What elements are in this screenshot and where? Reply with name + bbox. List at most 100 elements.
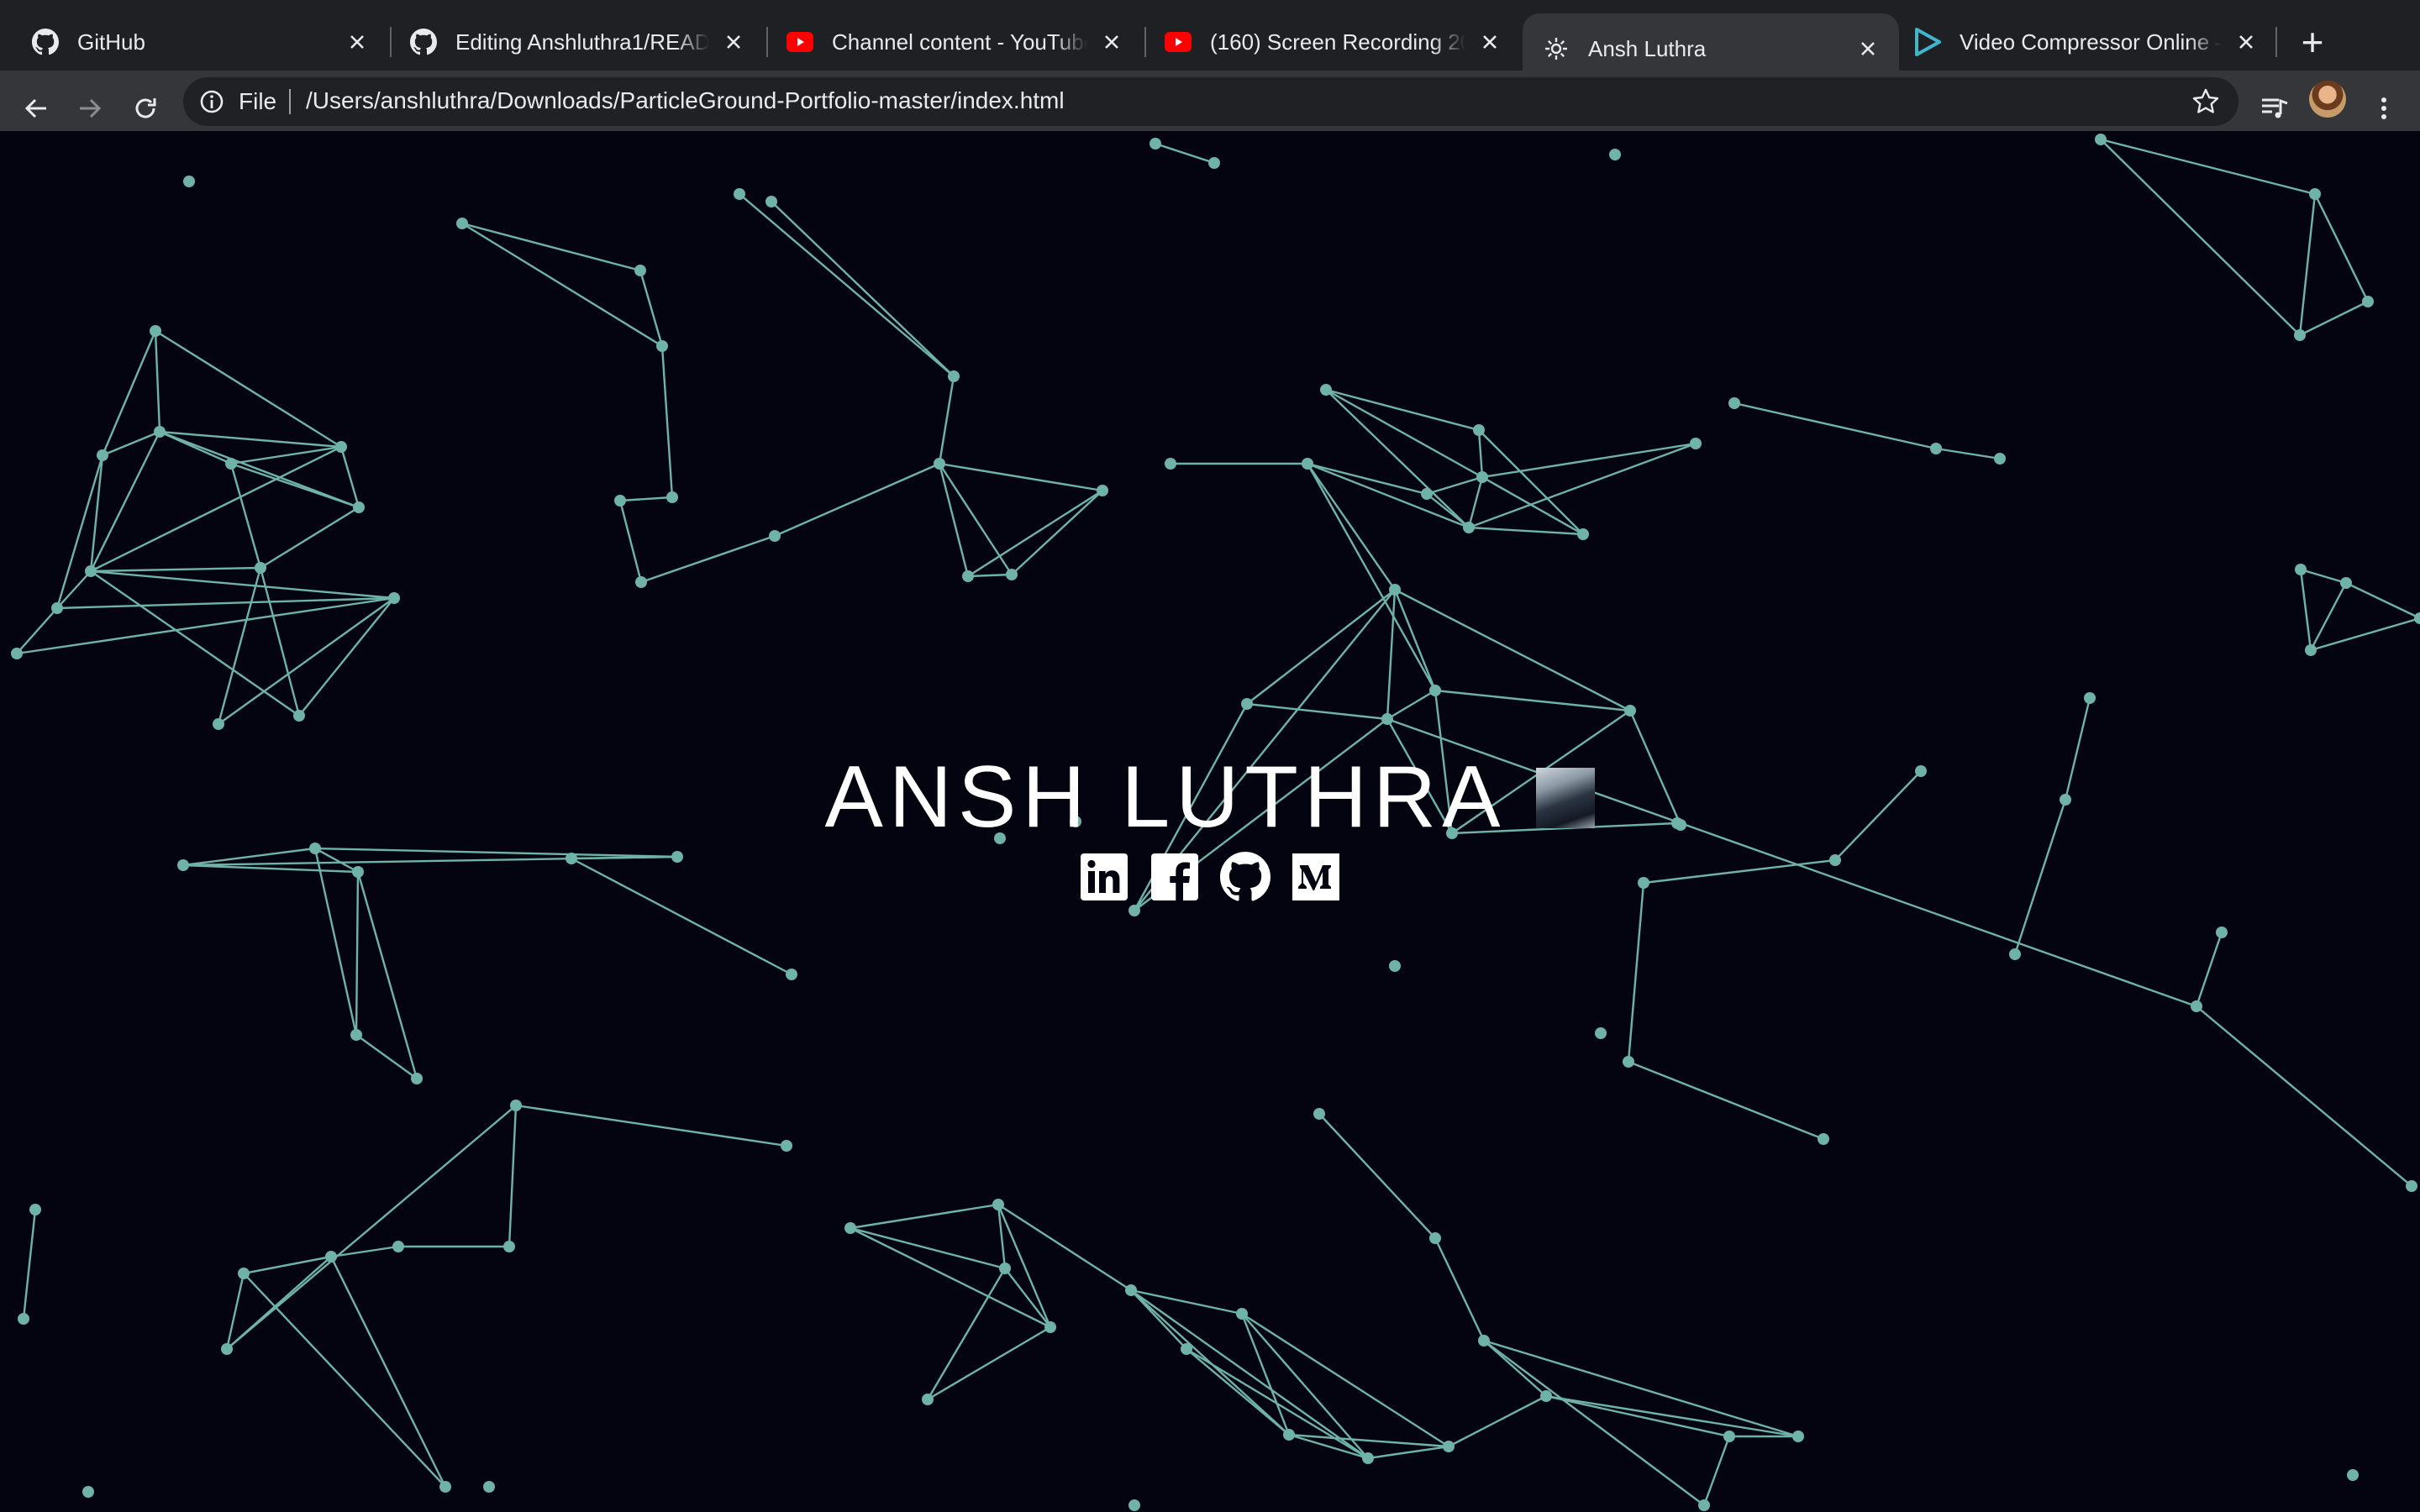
particle-link xyxy=(90,445,342,573)
particle-link xyxy=(1448,1394,1547,1448)
particle-link xyxy=(2299,300,2369,337)
particle-link xyxy=(226,1105,517,1350)
particle-link xyxy=(850,1203,999,1230)
close-tab-icon[interactable] xyxy=(1099,29,1124,55)
info-icon[interactable] xyxy=(198,88,225,115)
particle-dot xyxy=(2216,927,2228,938)
profile-avatar[interactable] xyxy=(2309,81,2346,118)
youtube-icon xyxy=(1165,29,1192,55)
particle-link xyxy=(1468,442,1697,529)
particle-link xyxy=(1426,475,1483,496)
facebook-link[interactable] xyxy=(1150,852,1200,902)
particle-link xyxy=(461,222,641,272)
new-tab-button[interactable]: + xyxy=(2296,22,2329,62)
particle-link xyxy=(1367,1445,1449,1460)
back-button[interactable] xyxy=(15,86,57,131)
particle-dot xyxy=(614,495,626,507)
particle-link xyxy=(16,596,395,655)
reload-button[interactable] xyxy=(124,86,166,131)
particle-link xyxy=(571,855,678,860)
particle-dot xyxy=(1362,1452,1374,1464)
particle-dot xyxy=(213,718,224,730)
particle-link xyxy=(218,597,395,725)
particle-dot xyxy=(1994,453,2006,465)
url-text[interactable]: /Users/anshluthra/Downloads/ParticleGrou… xyxy=(306,87,1065,114)
particle-link xyxy=(1246,702,1388,721)
particle-link xyxy=(1307,462,1470,529)
particle-link xyxy=(2195,932,2223,1007)
particle-dot xyxy=(634,265,646,276)
particle-link xyxy=(155,329,342,449)
close-tab-icon[interactable] xyxy=(345,29,370,55)
tab-video-compressor[interactable]: Video Compressor Online — Compress xyxy=(1901,13,2277,71)
particle-dot xyxy=(51,602,63,614)
particle-link xyxy=(355,871,360,1036)
particle-link xyxy=(1241,1312,1449,1448)
tab-title: Channel content - YouTube Studio xyxy=(832,29,1087,55)
particle-link xyxy=(1434,689,1631,712)
particle-link xyxy=(2300,568,2347,585)
particle-dot xyxy=(1723,1431,1735,1442)
arrow-left-icon xyxy=(24,98,46,118)
medium-link[interactable] xyxy=(1291,852,1341,902)
particle-link xyxy=(243,1273,446,1488)
particle-link xyxy=(771,201,955,377)
particle-dot xyxy=(922,1394,934,1405)
forward-button[interactable] xyxy=(69,86,111,131)
particle-dot xyxy=(18,1313,29,1325)
media-queue-button[interactable] xyxy=(2254,86,2296,131)
particle-dot xyxy=(1728,397,1740,409)
bookmark-star-icon[interactable] xyxy=(2191,87,2220,116)
plus-icon: + xyxy=(2301,20,2324,64)
particle-dot xyxy=(2347,1469,2359,1481)
linkedin-icon xyxy=(1081,853,1128,900)
particle-dot xyxy=(456,218,468,229)
particle-dot xyxy=(934,458,945,470)
particle-dot xyxy=(11,648,23,659)
particle-dot xyxy=(183,176,195,187)
particle-link xyxy=(182,864,359,874)
address-bar[interactable]: File /Users/anshluthra/Downloads/Particl… xyxy=(183,77,2238,126)
close-tab-icon[interactable] xyxy=(2233,29,2259,55)
tab-github[interactable]: GitHub xyxy=(0,13,388,71)
particle-link xyxy=(967,573,1013,578)
menu-button[interactable] xyxy=(2363,86,2405,131)
particle-dot xyxy=(503,1241,515,1252)
particle-dot xyxy=(948,370,960,382)
particle-dot xyxy=(1595,1027,1607,1039)
close-tab-icon[interactable] xyxy=(1477,29,1502,55)
particle-dot xyxy=(1208,157,1220,169)
particle-dot xyxy=(2294,329,2306,341)
particle-dot xyxy=(1478,1335,1490,1347)
tab-youtube-studio[interactable]: Channel content - YouTube Studio xyxy=(766,13,1143,71)
particle-dot xyxy=(1429,685,1441,696)
particle-link xyxy=(939,462,1103,492)
tab-screen-recording[interactable]: (160) Screen Recording 2021 xyxy=(1144,13,1521,71)
particle-dot xyxy=(1577,528,1589,540)
particle-link xyxy=(260,506,360,570)
close-tab-icon[interactable] xyxy=(721,29,746,55)
particle-dot xyxy=(2340,577,2352,589)
close-tab-icon[interactable] xyxy=(1855,36,1881,61)
particle-link xyxy=(2345,581,2420,620)
github-link[interactable] xyxy=(1220,852,1270,902)
particle-dot xyxy=(2305,644,2317,656)
particle-dot xyxy=(293,710,305,722)
particle-dot xyxy=(2009,948,2021,960)
particle-dot xyxy=(844,1222,856,1234)
particle-dot xyxy=(411,1073,423,1084)
particle-link xyxy=(356,871,418,1079)
particle-link xyxy=(1627,882,1645,1063)
particle-dot xyxy=(1006,569,1018,580)
particle-link xyxy=(619,496,673,502)
particle-dot xyxy=(786,969,797,980)
tab-editing-readme[interactable]: Editing Anshluthra1/README.md xyxy=(390,13,765,71)
tab-title: (160) Screen Recording 2021 xyxy=(1210,29,1465,55)
particle-dot xyxy=(1473,424,1485,436)
particle-dot xyxy=(1389,960,1401,972)
particle-dot xyxy=(154,426,166,438)
particle-dot xyxy=(671,851,683,863)
particle-dot xyxy=(225,458,237,470)
linkedin-link[interactable] xyxy=(1079,852,1129,902)
particle-dot xyxy=(2095,134,2107,145)
